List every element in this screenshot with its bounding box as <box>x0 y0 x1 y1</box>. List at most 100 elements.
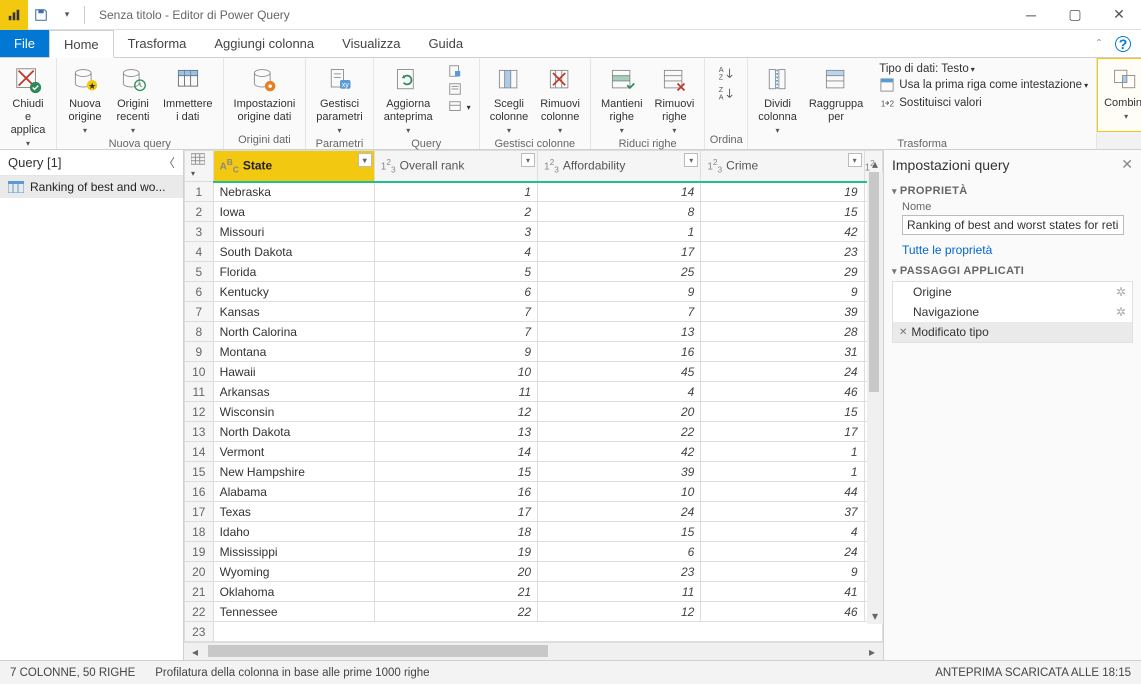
step-modificato-tipo[interactable]: ✕Modificato tipo <box>893 322 1132 342</box>
cell-state[interactable]: South Dakota <box>213 242 374 262</box>
column-header-overall-rank[interactable]: 123Overall rank▾ <box>374 151 537 182</box>
filter-icon[interactable]: ▾ <box>848 153 862 167</box>
row-number[interactable]: 5 <box>185 262 214 282</box>
cell-state[interactable]: North Calorina <box>213 322 374 342</box>
scegli-colonne-button[interactable]: Scegli colonne▾ <box>484 60 535 137</box>
cell-crime[interactable]: 29 <box>701 262 864 282</box>
filter-icon[interactable]: ▾ <box>684 153 698 167</box>
cell-overall-rank[interactable]: 20 <box>374 562 537 582</box>
raggruppa-button[interactable]: Raggruppa per <box>803 60 869 124</box>
cell-state[interactable]: Nebraska <box>213 182 374 202</box>
collapse-queries-icon[interactable]: 〈 <box>163 154 175 171</box>
cell-affordability[interactable]: 23 <box>538 562 701 582</box>
tab-aggiungi-colonna[interactable]: Aggiungi colonna <box>200 30 328 57</box>
cell-crime[interactable]: 42 <box>701 222 864 242</box>
cell-affordability[interactable]: 8 <box>538 202 701 222</box>
cell-crime[interactable]: 23 <box>701 242 864 262</box>
cell-overall-rank[interactable]: 16 <box>374 482 537 502</box>
cell-affordability[interactable]: 4 <box>538 382 701 402</box>
close-settings-icon[interactable]: ✕ <box>1121 156 1133 173</box>
row-number[interactable]: 13 <box>185 422 214 442</box>
cell-overall-rank[interactable]: 7 <box>374 322 537 342</box>
cell-crime[interactable]: 37 <box>701 502 864 522</box>
cell-crime[interactable]: 46 <box>701 602 864 622</box>
cell-state[interactable]: Missouri <box>213 222 374 242</box>
gear-icon[interactable]: ✲ <box>1116 305 1126 319</box>
cell-state[interactable]: Montana <box>213 342 374 362</box>
cell-overall-rank[interactable]: 4 <box>374 242 537 262</box>
cell-affordability[interactable]: 10 <box>538 482 701 502</box>
cell-overall-rank[interactable]: 2 <box>374 202 537 222</box>
row-number[interactable]: 20 <box>185 562 214 582</box>
filter-icon[interactable]: ▾ <box>358 153 372 167</box>
column-header-crime[interactable]: 123Crime▾ <box>701 151 864 182</box>
tipo-dati-dropdown[interactable]: Tipo di dati: Testo ▾ <box>875 62 1092 76</box>
cell-overall-rank[interactable]: 10 <box>374 362 537 382</box>
cell-overall-rank[interactable]: 7 <box>374 302 537 322</box>
cell-affordability[interactable]: 11 <box>538 582 701 602</box>
cell-overall-rank[interactable]: 19 <box>374 542 537 562</box>
table-row[interactable]: 2 Iowa 2 8 15 <box>185 202 883 222</box>
sostituisci-valori-button[interactable]: 12Sostituisci valori <box>875 94 1092 112</box>
section-applied-steps[interactable]: PASSAGGI APPLICATI <box>892 265 1133 277</box>
row-number[interactable]: 10 <box>185 362 214 382</box>
cell-crime[interactable]: 17 <box>701 422 864 442</box>
cell-crime[interactable]: 19 <box>701 182 864 202</box>
cell-state[interactable]: Idaho <box>213 522 374 542</box>
cell-state[interactable]: Oklahoma <box>213 582 374 602</box>
cell-overall-rank[interactable]: 14 <box>374 442 537 462</box>
sort-desc-button[interactable]: ZA <box>713 84 739 104</box>
row-number[interactable]: 18 <box>185 522 214 542</box>
column-header-affordability[interactable]: 123Affordability▾ <box>538 151 701 182</box>
cell-crime[interactable]: 4 <box>701 522 864 542</box>
cell-crime[interactable]: 39 <box>701 302 864 322</box>
row-number[interactable]: 21 <box>185 582 214 602</box>
cell-overall-rank[interactable]: 1 <box>374 182 537 202</box>
cell-crime[interactable]: 24 <box>701 542 864 562</box>
cell-overall-rank[interactable]: 15 <box>374 462 537 482</box>
cell-affordability[interactable]: 25 <box>538 262 701 282</box>
cell-overall-rank[interactable]: 6 <box>374 282 537 302</box>
cell-overall-rank[interactable]: 9 <box>374 342 537 362</box>
aggiorna-anteprima-button[interactable]: Aggiorna anteprima▾ <box>378 60 439 137</box>
row-number[interactable]: 22 <box>185 602 214 622</box>
row-number[interactable]: 17 <box>185 502 214 522</box>
tab-visualizza[interactable]: Visualizza <box>328 30 414 57</box>
cell-affordability[interactable]: 16 <box>538 342 701 362</box>
cell-affordability[interactable]: 42 <box>538 442 701 462</box>
cell-crime[interactable]: 15 <box>701 402 864 422</box>
row-number[interactable]: 16 <box>185 482 214 502</box>
cell-state[interactable]: Iowa <box>213 202 374 222</box>
cell-state[interactable]: Wisconsin <box>213 402 374 422</box>
scroll-right-icon[interactable]: ▸ <box>863 643 881 661</box>
close-button[interactable]: ✕ <box>1097 0 1141 30</box>
table-row[interactable]: 10 Hawaii 10 45 24 <box>185 362 883 382</box>
row-number[interactable]: 3 <box>185 222 214 242</box>
all-properties-link[interactable]: Tutte le proprietà <box>902 243 1133 257</box>
table-row[interactable]: 19 Mississippi 19 6 24 <box>185 542 883 562</box>
row-number[interactable]: 23 <box>185 622 214 642</box>
row-number[interactable]: 2 <box>185 202 214 222</box>
table-row[interactable]: 14 Vermont 14 42 1 <box>185 442 883 462</box>
impostazioni-origine-button[interactable]: Impostazioni origine dati <box>228 60 302 124</box>
cell-affordability[interactable]: 1 <box>538 222 701 242</box>
cell-affordability[interactable]: 14 <box>538 182 701 202</box>
table-row[interactable]: 21 Oklahoma 21 11 41 <box>185 582 883 602</box>
cell-crime[interactable]: 28 <box>701 322 864 342</box>
maximize-button[interactable]: ▢ <box>1053 0 1097 30</box>
query-properties-button[interactable] <box>443 62 475 80</box>
manage-query-button[interactable]: ▾ <box>443 98 475 116</box>
cell-overall-rank[interactable]: 17 <box>374 502 537 522</box>
cell-state[interactable]: Wyoming <box>213 562 374 582</box>
rimuovi-righe-button[interactable]: Rimuovi righe▾ <box>649 60 701 137</box>
cell-affordability[interactable]: 12 <box>538 602 701 622</box>
close-apply-button[interactable]: Chiudi e applica▾ <box>4 60 52 150</box>
cell-crime[interactable]: 9 <box>701 282 864 302</box>
minimize-button[interactable]: ─ <box>1009 0 1053 30</box>
cell-affordability[interactable]: 13 <box>538 322 701 342</box>
cell-state[interactable]: Alabama <box>213 482 374 502</box>
row-number[interactable]: 4 <box>185 242 214 262</box>
cell-state[interactable]: Florida <box>213 262 374 282</box>
cell-affordability[interactable]: 45 <box>538 362 701 382</box>
query-item[interactable]: Ranking of best and wo... <box>0 176 183 198</box>
